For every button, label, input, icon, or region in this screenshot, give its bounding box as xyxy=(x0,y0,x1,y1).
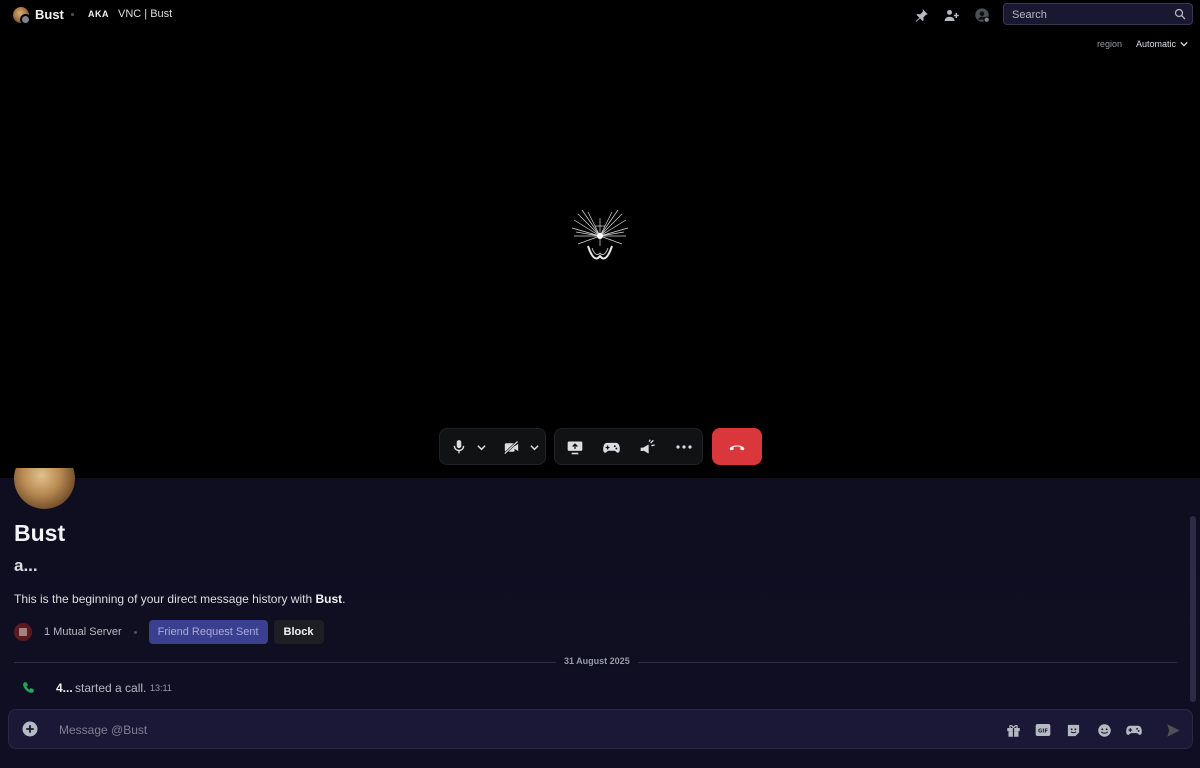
camera-options-chevron-icon[interactable] xyxy=(526,437,542,457)
search-icon xyxy=(1174,8,1186,20)
search-input[interactable] xyxy=(1010,6,1174,24)
intro-prefix: This is the beginning of your direct mes… xyxy=(14,592,316,606)
add-friends-icon[interactable] xyxy=(943,6,961,24)
chevron-down-icon xyxy=(1180,41,1188,47)
mutual-servers-link[interactable]: 1 Mutual Server xyxy=(44,626,122,638)
emoji-icon[interactable] xyxy=(1095,721,1113,739)
profile-avatar-image xyxy=(14,468,75,509)
aka-badge: AKA xyxy=(88,9,109,19)
app: Bust AKA VNC | Bust region xyxy=(0,0,1200,768)
activity-controls xyxy=(554,428,703,465)
aka-names: VNC | Bust xyxy=(118,8,173,20)
mic-options-chevron-icon[interactable] xyxy=(473,437,489,457)
region-label: region xyxy=(1096,39,1122,49)
svg-text:GIF: GIF xyxy=(1038,729,1048,735)
sticker-icon[interactable] xyxy=(1064,721,1082,739)
camera-off-icon[interactable] xyxy=(501,437,521,457)
audio-video-controls xyxy=(439,428,546,465)
apps-icon[interactable] xyxy=(1125,721,1143,739)
region-dropdown[interactable]: Automatic xyxy=(1136,39,1188,49)
region-selector-row: region Automatic xyxy=(1097,39,1188,49)
dm-user-name[interactable]: Bust xyxy=(35,7,64,22)
gif-icon[interactable]: GIF xyxy=(1034,721,1052,739)
block-button[interactable]: Block xyxy=(273,620,324,644)
separator-dot xyxy=(133,630,137,634)
status-indicator xyxy=(20,14,31,25)
region-value: Automatic xyxy=(1135,39,1176,49)
profile-actions-row: 1 Mutual Server Friend Request Sent Bloc… xyxy=(14,620,324,644)
add-attachment-icon[interactable] xyxy=(21,720,39,738)
gift-icon[interactable] xyxy=(1004,721,1022,739)
date-divider-label: 31 August 2025 xyxy=(556,656,638,666)
system-message: 4... started a call. 13:11 xyxy=(0,678,1190,698)
friend-request-sent-button: Friend Request Sent xyxy=(148,620,268,644)
mutual-server-icon[interactable] xyxy=(14,623,32,641)
message-timestamp[interactable]: 13:11 xyxy=(150,683,172,693)
message-input[interactable] xyxy=(57,720,961,740)
message-text: started a call. xyxy=(75,681,147,695)
soundboard-icon[interactable] xyxy=(638,437,658,457)
end-call-button[interactable] xyxy=(712,428,762,465)
user-profile-icon[interactable] xyxy=(973,6,991,24)
top-bar: Bust AKA VNC | Bust xyxy=(0,0,1200,30)
intro-suffix: . xyxy=(342,592,346,606)
profile-avatar[interactable] xyxy=(14,468,75,510)
profile-display-name: Bust xyxy=(14,520,66,546)
search-box[interactable] xyxy=(1003,3,1193,25)
scrollbar[interactable] xyxy=(1190,516,1196,702)
phone-icon xyxy=(22,681,35,694)
separator-dot xyxy=(71,13,74,16)
hang-up-icon xyxy=(729,444,745,450)
message-composer: GIF xyxy=(8,709,1193,749)
more-icon[interactable] xyxy=(674,437,694,457)
pin-icon[interactable] xyxy=(912,6,930,24)
intro-name: Bust xyxy=(315,592,343,606)
chat-area: Bust a... This is the beginning of your … xyxy=(0,468,1200,768)
user-avatar[interactable] xyxy=(13,7,31,25)
profile-username: a... xyxy=(14,556,38,575)
call-area: Bust AKA VNC | Bust region xyxy=(0,0,1200,478)
screen-share-icon[interactable] xyxy=(565,437,585,457)
gamepad-icon[interactable] xyxy=(601,437,621,457)
dm-intro-text: This is the beginning of your direct mes… xyxy=(14,592,346,606)
microphone-icon[interactable] xyxy=(449,437,469,457)
send-icon[interactable] xyxy=(1164,721,1182,739)
message-author[interactable]: 4... xyxy=(56,681,73,695)
participant-avatar-artwork xyxy=(568,206,632,270)
